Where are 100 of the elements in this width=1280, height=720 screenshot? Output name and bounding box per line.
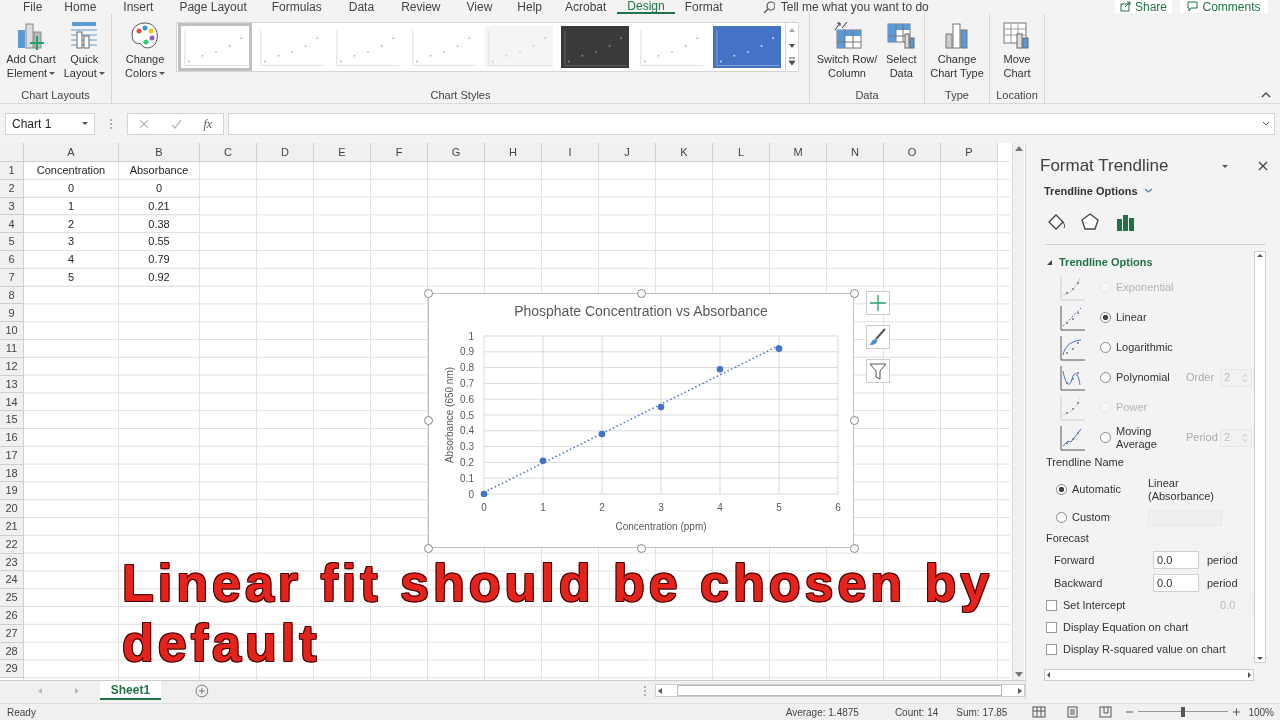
radio-button[interactable] [1100,432,1111,443]
radio-button[interactable] [1100,372,1111,383]
checkbox[interactable] [1046,644,1057,655]
row-header[interactable]: 4 [0,215,24,234]
horizontal-scrollbar[interactable] [654,684,1025,697]
row-header[interactable]: 19 [0,482,24,501]
row-header[interactable]: 20 [0,500,24,518]
section-header[interactable]: Trendline Options [1046,252,1153,273]
pane-horizontal-scrollbar[interactable] [1044,668,1254,681]
radio-button[interactable] [1056,512,1067,523]
plus-button[interactable] [866,291,890,315]
radio-button[interactable] [1100,312,1111,323]
checkbox[interactable] [1046,622,1057,633]
column-header[interactable]: C [200,143,257,162]
page-layout-icon[interactable] [1066,706,1080,718]
number-field[interactable]: 0.0 [1153,551,1199,569]
resize-handle[interactable] [424,416,433,425]
menu-tab[interactable]: Help [505,0,554,14]
column-header[interactable]: M [770,143,827,162]
row-header[interactable]: 25 [0,589,24,607]
radio-label[interactable]: Custom [1072,509,1148,526]
pane-scrollbar[interactable] [1254,250,1266,663]
resize-handle[interactable] [637,544,646,553]
menu-tab[interactable]: View [453,0,506,14]
menu-tab[interactable]: Insert [109,0,168,14]
column-header[interactable]: O [884,143,941,162]
row-header[interactable]: 10 [0,322,24,340]
number-field[interactable]: 0.0 [1153,574,1199,592]
menu-tab[interactable]: Page Layout [167,0,259,14]
ribbon-button[interactable]: Add Chart Element [3,20,59,80]
row-header[interactable]: 9 [0,304,24,323]
checkbox-label[interactable]: Display R-squared value on chart [1063,641,1226,658]
checkbox-label[interactable]: Set Intercept [1063,597,1126,614]
ribbon-button[interactable]: Select Data [882,20,921,80]
add-sheet-icon[interactable] [195,683,209,698]
dropdown-icon[interactable] [82,122,88,125]
name-box[interactable]: Chart 1 [5,112,95,135]
column-header[interactable]: E [314,143,371,162]
page-break-icon[interactable] [1099,706,1113,718]
collapse-icon[interactable] [1261,91,1271,99]
column-header[interactable]: N [827,143,884,162]
ribbon-button[interactable]: Change Colors [122,20,168,80]
row-header[interactable]: 29 [0,660,24,679]
checkbox-label[interactable]: Display Equation on chart [1063,619,1189,636]
expand-icon[interactable] [1262,120,1270,127]
scroll-left-icon[interactable] [1045,670,1052,679]
normal-view-icon[interactable] [1032,706,1047,718]
radio-label[interactable]: Polynomial [1116,371,1182,384]
row-header[interactable]: 24 [0,571,24,590]
ribbon-button[interactable]: Move Chart [998,20,1036,80]
resize-handle[interactable] [850,544,859,553]
scroll-right-icon[interactable] [1246,670,1253,679]
share-button[interactable]: Share [1115,0,1172,13]
options-dropdown[interactable]: Trendline Options [1044,183,1153,200]
chart-style-thumbnail[interactable] [177,23,252,71]
data-point[interactable] [480,490,488,498]
ribbon-button[interactable]: Quick Layout [60,20,108,80]
menu-tab[interactable]: Home [51,0,110,14]
radio-label[interactable]: Linear [1116,311,1182,324]
resize-handle[interactable] [637,289,646,298]
brush-button[interactable] [866,325,890,349]
insert-function-button[interactable]: fx [203,114,213,133]
row-header[interactable]: 15 [0,411,24,429]
row-header[interactable]: 1 [0,162,24,180]
dropdown-icon[interactable] [1222,164,1228,168]
zoom-in-icon[interactable] [1232,708,1242,716]
zoom-slider-thumb[interactable] [1181,707,1186,717]
data-point[interactable] [539,457,547,465]
data-point[interactable] [657,403,665,411]
resize-handle[interactable] [424,544,433,553]
row-header[interactable]: 14 [0,393,24,412]
menu-tab[interactable]: Review [388,0,454,14]
chart-styles-gallery[interactable] [175,22,799,72]
scroll-up-icon[interactable] [1256,251,1264,259]
resize-handle[interactable] [850,416,859,425]
menu-tab[interactable]: Data [334,0,389,14]
sheet-tab[interactable]: Sheet1 [99,681,162,700]
column-header[interactable]: G [428,143,485,162]
row-header[interactable]: 5 [0,233,24,251]
check-icon[interactable] [170,118,182,129]
column-header[interactable]: B [119,143,200,162]
vertical-scrollbar[interactable] [1012,143,1024,680]
search-icon[interactable] [762,1,775,13]
data-point[interactable] [775,345,783,352]
close-icon[interactable] [1258,161,1268,171]
radio-button[interactable] [1056,484,1067,495]
comments-button[interactable]: Comments [1180,0,1268,13]
column-header[interactable]: P [941,143,998,162]
radio-button[interactable] [1100,342,1111,353]
column-header[interactable]: D [257,143,314,162]
scroll-down-icon[interactable] [1014,672,1023,678]
column-header[interactable]: A [24,143,119,162]
scroll-down-icon[interactable] [1256,654,1264,662]
data-point[interactable] [716,365,724,373]
radio-label[interactable]: Moving Average [1116,424,1182,451]
column-header[interactable]: H [485,143,542,162]
resize-handle[interactable] [850,289,859,298]
pentagon-icon[interactable] [1080,211,1101,232]
filter-button[interactable] [866,359,890,383]
menu-tab[interactable]: Formulas [258,0,335,14]
